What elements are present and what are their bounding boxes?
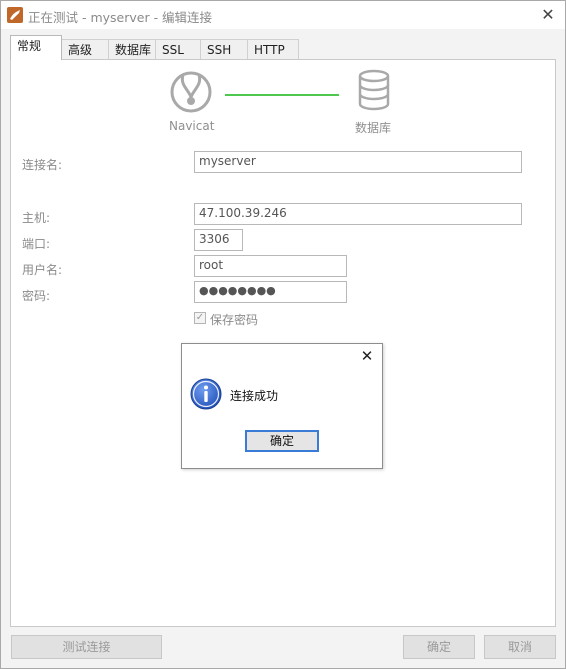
port-input[interactable]: 3306 [194,229,243,251]
tab-databases[interactable]: 数据库 [108,39,156,59]
tab-ssl[interactable]: SSL [155,39,201,59]
connection-name-label: 连接名: [22,158,63,172]
navicat-app-icon [7,7,23,23]
tab-http[interactable]: HTTP [247,39,299,59]
info-icon [190,378,222,410]
dialog-ok-button[interactable]: 确定 [245,430,319,452]
host-label: 主机: [22,211,51,225]
window-title: 正在测试 - myserver - 编辑连接 [28,10,213,25]
edit-connection-window: 正在测试 - myserver - 编辑连接 ✕ 常规 高级 数据库 SSL S… [0,0,566,669]
database-label: 数据库 [355,121,392,135]
navicat-label: Navicat [169,119,215,133]
save-password-label: 保存密码 [210,313,259,327]
ok-button[interactable]: 确定 [403,635,475,659]
checkbox-checked-icon: ✓ [194,312,206,324]
port-label: 端口: [22,237,51,251]
dialog-title-bar: ✕ [182,344,382,368]
cancel-button[interactable]: 取消 [484,635,556,659]
connection-name-input[interactable]: myserver [194,151,522,173]
close-icon: ✕ [541,5,555,24]
title-bar: 正在测试 - myserver - 编辑连接 ✕ [1,1,565,29]
connection-status-line [225,94,339,96]
window-close-button[interactable]: ✕ [536,4,560,26]
password-label: 密码: [22,289,51,303]
test-connection-button[interactable]: 测试连接 [11,635,162,659]
dialog-close-button[interactable]: ✕ [356,346,378,366]
host-input[interactable]: 47.100.39.246 [194,203,522,225]
navicat-logo-icon [168,67,214,113]
close-icon: ✕ [360,347,374,365]
tab-advanced[interactable]: 高级 [61,39,109,59]
tab-ssh[interactable]: SSH [200,39,248,59]
password-input[interactable]: ●●●●●●●● [194,281,347,303]
connection-success-dialog: ✕ 连接成功 确定 [181,343,383,469]
dialog-message: 连接成功 [230,389,279,403]
dialog-body: 连接成功 确定 [182,368,382,468]
username-input[interactable]: root [194,255,347,277]
tab-general[interactable]: 常规 [10,35,62,60]
username-label: 用户名: [22,263,63,277]
database-icon [357,69,391,111]
